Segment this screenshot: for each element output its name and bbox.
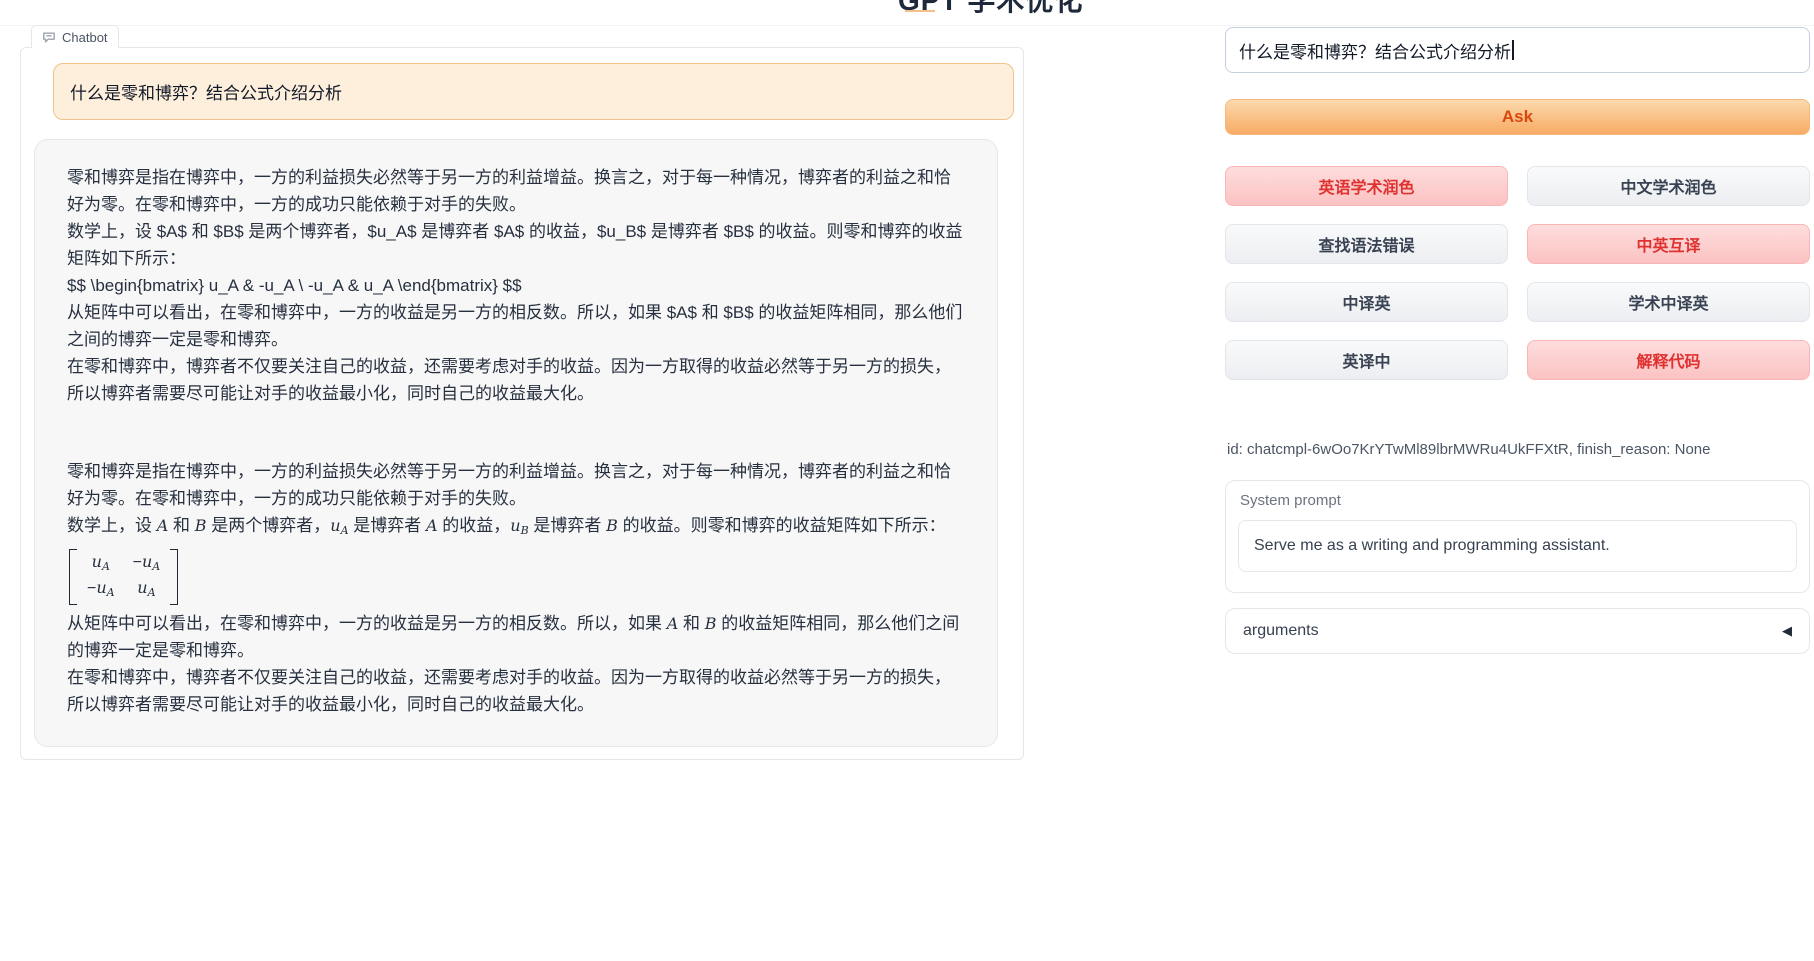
arguments-accordion-label: arguments — [1243, 622, 1319, 640]
action-button-2[interactable]: 中文学术润色 — [1527, 166, 1810, 206]
chatbot-panel-label-text: Chatbot — [62, 30, 108, 45]
chatbot-panel-label: Chatbot — [31, 25, 119, 48]
matrix-right-bracket — [170, 549, 178, 605]
bot-rendered-intro: 零和博弈是指在博弈中，一方的利益损失必然等于另一方的利益增益。换言之，对于每一种… — [67, 458, 965, 512]
app-window: GPT 学术优化 Chatbot 什么是零和博弈？结合公式介绍分析 零和博弈是指… — [0, 0, 1814, 961]
prompt-input-value: 什么是零和博弈？结合公式介绍分析 — [1239, 38, 1511, 63]
matrix-cells: uA−uA−uAuA — [77, 549, 170, 605]
system-prompt-card: System prompt Serve me as a writing and … — [1225, 480, 1810, 593]
bot-rendered-closing: 在零和博弈中，博弈者不仅要关注自己的收益，还需要考虑对手的收益。因为一方取得的收… — [67, 664, 965, 718]
bot-raw-markdown-block: 零和博弈是指在博弈中，一方的利益损失必然等于另一方的利益增益。换言之，对于每一种… — [67, 164, 965, 407]
bot-rendered-conclusion: 从矩阵中可以看出，在零和博弈中，一方的收益是另一方的相反数。所以，如果 A 和 … — [67, 610, 965, 664]
bot-rendered-math-intro: 数学上，设 A 和 B 是两个博弈者，uA 是博弈者 A 的收益，uB 是博弈者… — [67, 512, 965, 544]
payoff-matrix: uA−uA−uAuA — [69, 549, 178, 605]
ask-button[interactable]: Ask — [1225, 99, 1810, 135]
system-prompt-label: System prompt — [1240, 492, 1341, 509]
bot-message-bubble: 零和博弈是指在博弈中，一方的利益损失必然等于另一方的利益增益。换言之，对于每一种… — [34, 139, 998, 747]
user-message-bubble: 什么是零和博弈？结合公式介绍分析 — [53, 63, 1014, 120]
user-message-text: 什么是零和博弈？结合公式介绍分析 — [70, 79, 342, 104]
action-button-5[interactable]: 中译英 — [1225, 282, 1508, 322]
collapse-arrow-icon: ◀ — [1782, 623, 1792, 639]
action-button-7[interactable]: 英译中 — [1225, 340, 1508, 380]
action-button-1[interactable]: 英语学术润色 — [1225, 166, 1508, 206]
control-column: 什么是零和博弈？结合公式介绍分析 Ask 英语学术润色中文学术润色查找语法错误中… — [1225, 0, 1810, 961]
system-prompt-input[interactable]: Serve me as a writing and programming as… — [1238, 520, 1797, 572]
completion-status-text: id: chatcmpl-6wOo7KrYTwMl89lbrMWRu4UkFFX… — [1227, 441, 1711, 458]
text-cursor — [1512, 40, 1514, 60]
quick-action-grid: 英语学术润色中文学术润色查找语法错误中英互译中译英学术中译英英译中解释代码 — [1225, 166, 1810, 380]
action-button-8[interactable]: 解释代码 — [1527, 340, 1810, 380]
prompt-input[interactable]: 什么是零和博弈？结合公式介绍分析 — [1225, 27, 1810, 73]
system-prompt-value: Serve me as a writing and programming as… — [1254, 537, 1610, 555]
arguments-accordion[interactable]: arguments ◀ — [1225, 608, 1810, 654]
chat-bubble-icon — [42, 31, 56, 44]
chatbot-panel[interactable]: Chatbot 什么是零和博弈？结合公式介绍分析 零和博弈是指在博弈中，一方的利… — [20, 47, 1024, 760]
action-button-6[interactable]: 学术中译英 — [1527, 282, 1810, 322]
bot-message-gap — [67, 407, 965, 458]
action-button-4[interactable]: 中英互译 — [1527, 224, 1810, 264]
title-link-underline — [905, 10, 935, 12]
matrix-left-bracket — [69, 549, 77, 605]
action-button-3[interactable]: 查找语法错误 — [1225, 224, 1508, 264]
